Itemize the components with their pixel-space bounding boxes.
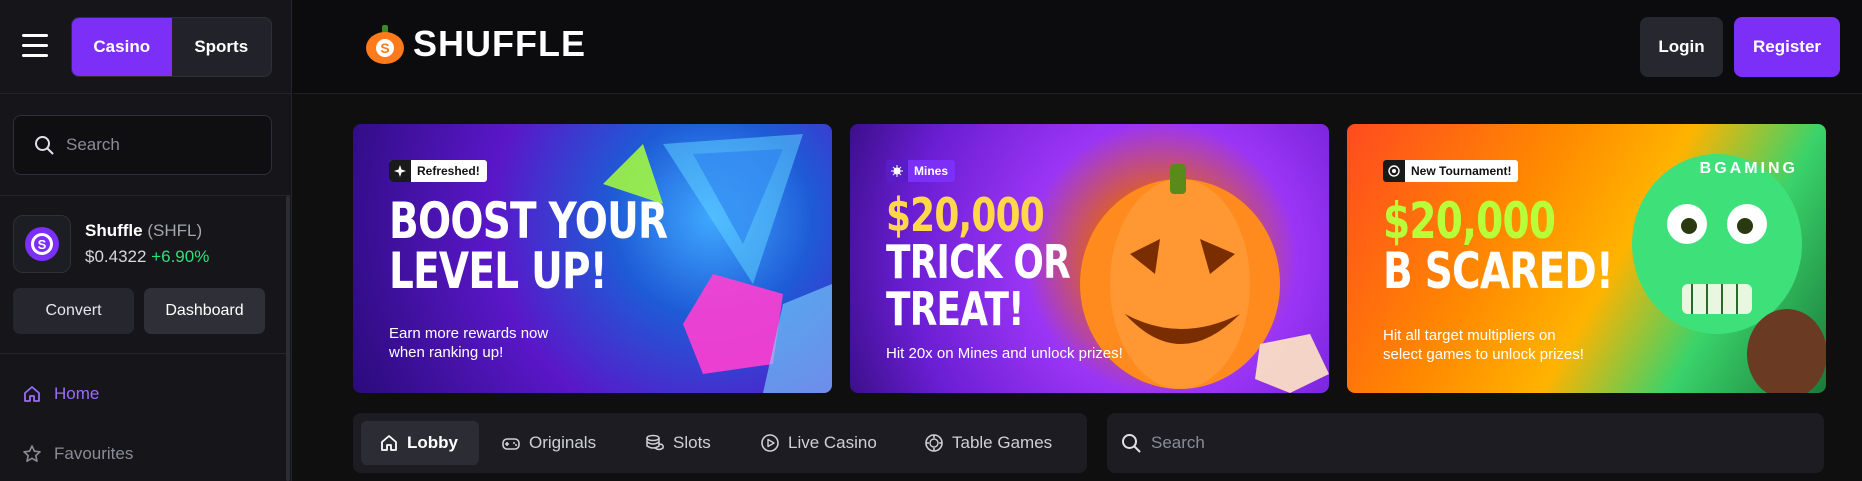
pumpkin-logo-icon: S	[366, 25, 404, 64]
sidebar-item-home[interactable]: Home	[22, 384, 99, 404]
sparkle-icon	[389, 160, 411, 182]
promo-banner-tournament[interactable]: BGAMING New Tournament! $20,000 B SCARED…	[1347, 124, 1826, 393]
banner-title: $20,000 B SCARED!	[1383, 192, 1614, 300]
tab-table-games[interactable]: Table Games	[924, 421, 1052, 465]
search-icon	[35, 136, 54, 155]
banner-subtitle: Hit 20x on Mines and unlock prizes!	[886, 345, 1123, 362]
casino-tab[interactable]: Casino	[72, 18, 172, 76]
sidebar: Casino Sports S Shuffle (SHFL) $0.4322 +…	[0, 0, 292, 481]
tab-slots[interactable]: Slots	[645, 421, 711, 465]
category-tabs: Lobby Originals Slots Live Casino Table …	[353, 413, 1087, 473]
tab-originals[interactable]: Originals	[501, 421, 596, 465]
star-icon	[23, 445, 41, 462]
svg-text:S: S	[380, 40, 389, 56]
sidebar-search[interactable]	[13, 115, 272, 175]
bgaming-logo: BGAMING	[1699, 160, 1798, 177]
coin-stack-icon	[646, 434, 664, 451]
divider	[0, 195, 292, 196]
svg-text:S: S	[38, 237, 47, 252]
mine-icon	[886, 160, 908, 182]
home-icon	[381, 435, 397, 451]
token-price: $0.4322	[85, 247, 147, 266]
banner-tag: Mines	[886, 160, 956, 182]
game-search-input[interactable]	[1151, 433, 1751, 453]
banner-subtitle: Earn more rewards now when ranking up!	[389, 325, 549, 361]
sidebar-scrollbar[interactable]	[286, 196, 290, 481]
gamepad-icon	[502, 438, 520, 450]
register-button[interactable]: Register	[1734, 17, 1840, 77]
sidebar-item-favourites[interactable]: Favourites	[22, 444, 133, 464]
token-widget: S Shuffle (SHFL) $0.4322 +6.90%	[13, 215, 209, 273]
home-icon	[24, 386, 40, 402]
top-header: S SHUFFLE Login Register	[293, 0, 1862, 94]
shfl-token-icon: S	[13, 215, 71, 273]
game-search[interactable]	[1107, 413, 1824, 473]
token-name: Shuffle (SHFL)	[85, 221, 203, 240]
banner-title: BOOST YOUR LEVEL UP!	[389, 192, 668, 300]
token-change: +6.90%	[151, 247, 210, 266]
tab-lobby[interactable]: Lobby	[361, 421, 479, 465]
token-symbol: (SHFL)	[147, 221, 203, 240]
banner-title: $20,000 TRICK OR TREAT!	[886, 188, 1071, 336]
mode-toggle: Casino Sports	[71, 17, 272, 77]
divider	[0, 353, 292, 354]
sidebar-item-label: Home	[54, 384, 100, 403]
site-logo[interactable]: S SHUFFLE	[363, 22, 586, 66]
play-circle-icon	[761, 434, 779, 452]
dashboard-button[interactable]: Dashboard	[144, 288, 265, 334]
chip-icon	[925, 434, 943, 452]
promo-banner-mines[interactable]: Mines $20,000 TRICK OR TREAT! Hit 20x on…	[850, 124, 1329, 393]
search-icon	[1122, 434, 1141, 453]
app-root: Casino Sports S Shuffle (SHFL) $0.4322 +…	[0, 0, 1862, 481]
banner-tag: New Tournament!	[1383, 160, 1519, 182]
menu-icon[interactable]	[22, 34, 48, 58]
logo-text: SHUFFLE	[413, 23, 586, 64]
sidebar-item-label: Favourites	[54, 444, 134, 463]
tab-live-casino[interactable]: Live Casino	[760, 421, 877, 465]
token-info: Shuffle (SHFL) $0.4322 +6.90%	[85, 221, 209, 267]
sports-tab[interactable]: Sports	[172, 18, 272, 76]
token-price-row: $0.4322 +6.90%	[85, 247, 209, 267]
sidebar-top: Casino Sports	[0, 0, 291, 94]
banner-subtitle: Hit all target multipliers on select game…	[1383, 327, 1584, 363]
promo-banner-boost[interactable]: Refreshed! BOOST YOUR LEVEL UP! Earn mor…	[353, 124, 832, 393]
banner-tag: Refreshed!	[389, 160, 487, 182]
convert-button[interactable]: Convert	[13, 288, 134, 334]
trophy-icon	[1383, 160, 1405, 182]
login-button[interactable]: Login	[1640, 17, 1723, 77]
sidebar-search-input[interactable]	[66, 135, 256, 155]
